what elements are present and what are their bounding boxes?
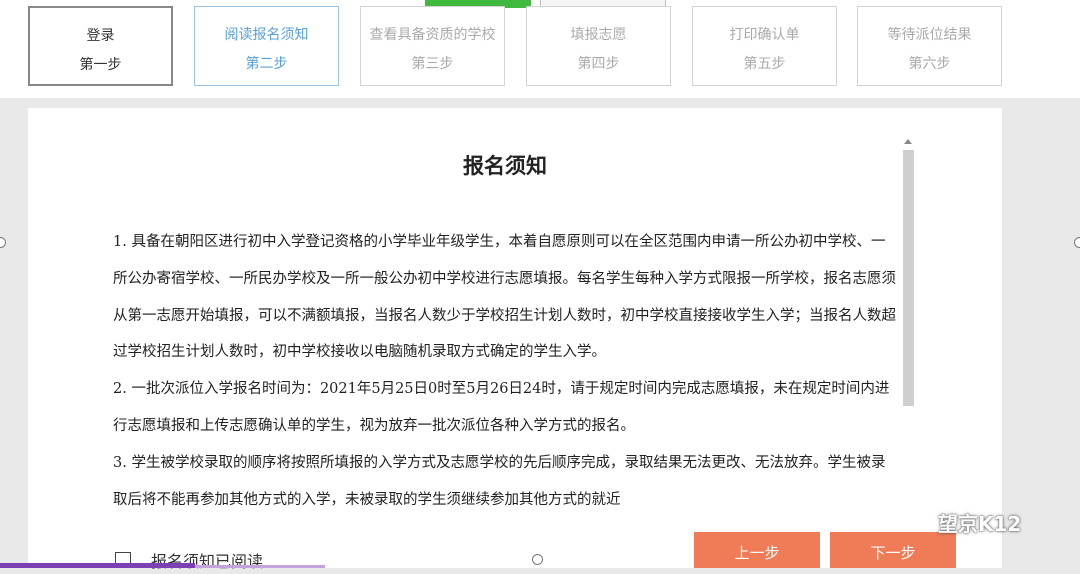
- step-2-read-notice[interactable]: 阅读报名须知 第二步: [194, 6, 339, 86]
- step-number: 第二步: [245, 56, 288, 72]
- step-title: 填报志愿: [570, 27, 627, 43]
- step-6-await-result[interactable]: 等待派位结果 第六步: [857, 6, 1002, 86]
- step-1-login[interactable]: 登录 第一步: [28, 6, 173, 86]
- scroll-thumb[interactable]: [903, 150, 914, 406]
- next-step-button[interactable]: 下一步: [830, 532, 956, 568]
- notice-paragraph-3: 3. 学生被学校录取的顺序将按照所填报的入学方式及志愿学校的先后顺序完成，录取结…: [113, 454, 886, 508]
- step-title: 登录: [86, 28, 115, 44]
- step-number: 第六步: [908, 56, 951, 72]
- notice-body[interactable]: 1. 具备在朝阳区进行初中入学登记资格的小学毕业年级学生，本着自愿原则可以在全区…: [113, 224, 898, 524]
- step-title: 查看具备资质的学校: [369, 27, 496, 43]
- notice-title: 报名须知: [463, 154, 547, 178]
- step-title: 打印确认单: [729, 27, 800, 43]
- resize-handle-bottom[interactable]: [532, 554, 543, 565]
- prev-step-button[interactable]: 上一步: [694, 532, 820, 568]
- step-number: 第五步: [743, 56, 786, 72]
- resize-handle-right[interactable]: [1074, 237, 1080, 248]
- resize-handle-left[interactable]: [0, 237, 6, 248]
- step-title: 阅读报名须知: [224, 27, 309, 43]
- notice-paragraph-2: 2. 一批次派位入学报名时间为：2021年5月25日0时至5月26日24时，请于…: [113, 381, 890, 434]
- step-3-view-schools[interactable]: 查看具备资质的学校 第三步: [360, 6, 505, 86]
- top-header: 登录 第一步 阅读报名须知 第二步 查看具备资质的学校 第三步 填报志愿 第四步…: [0, 0, 1080, 98]
- notice-paragraph-1: 1. 具备在朝阳区进行初中入学登记资格的小学毕业年级学生，本着自愿原则可以在全区…: [113, 234, 896, 361]
- notice-scrollbar[interactable]: [901, 136, 916, 536]
- watermark-text: 望京K12: [938, 512, 1022, 536]
- step-4-fill-choices[interactable]: 填报志愿 第四步: [526, 6, 671, 86]
- step-5-print-confirmation[interactable]: 打印确认单 第五步: [692, 6, 837, 86]
- step-number: 第四步: [577, 56, 620, 72]
- agree-label: 报名须知已阅读: [151, 552, 264, 571]
- loading-progress-bar: [0, 563, 195, 568]
- step-number: 第三步: [411, 56, 454, 72]
- scroll-up-arrow-icon[interactable]: [904, 139, 912, 144]
- wechat-icon: [907, 512, 933, 532]
- step-title: 等待派位结果: [887, 27, 972, 43]
- step-number: 第一步: [79, 57, 122, 73]
